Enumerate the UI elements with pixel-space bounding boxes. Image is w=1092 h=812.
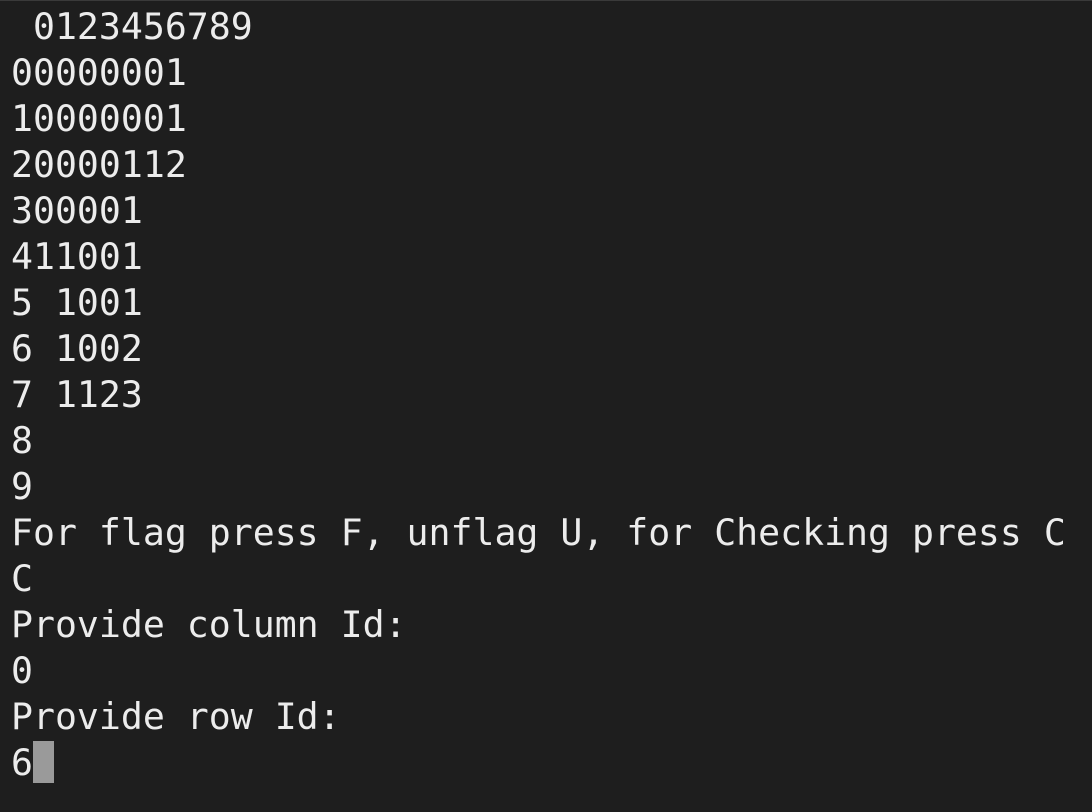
terminal-input-line[interactable]: 6 <box>11 740 1092 786</box>
action-prompt: For flag press F, unflag U, for Checking… <box>11 511 1066 554</box>
board-row-1: 10000001 <box>11 97 187 140</box>
row-prompt: Provide row Id: <box>11 695 341 738</box>
current-input-text[interactable]: 6 <box>11 741 33 784</box>
terminal-window[interactable]: 0123456789 00000001 10000001 20000112 30… <box>0 0 1092 812</box>
board-row-0: 00000001 <box>11 51 187 94</box>
column-input-echo: 0 <box>11 649 33 692</box>
text-cursor <box>32 741 54 783</box>
board-row-5: 5 1001 <box>11 281 143 324</box>
board-row-9: 9 <box>11 465 33 508</box>
board-row-6: 6 1002 <box>11 327 143 370</box>
board-row-8: 8 <box>11 419 33 462</box>
board-header-row: 0123456789 <box>11 5 253 48</box>
action-input-echo: C <box>11 557 33 600</box>
board-row-2: 20000112 <box>11 143 187 186</box>
board-row-3: 300001 <box>11 189 143 232</box>
board-row-7: 7 1123 <box>11 373 143 416</box>
column-prompt: Provide column Id: <box>11 603 407 646</box>
board-row-4: 411001 <box>11 235 143 278</box>
